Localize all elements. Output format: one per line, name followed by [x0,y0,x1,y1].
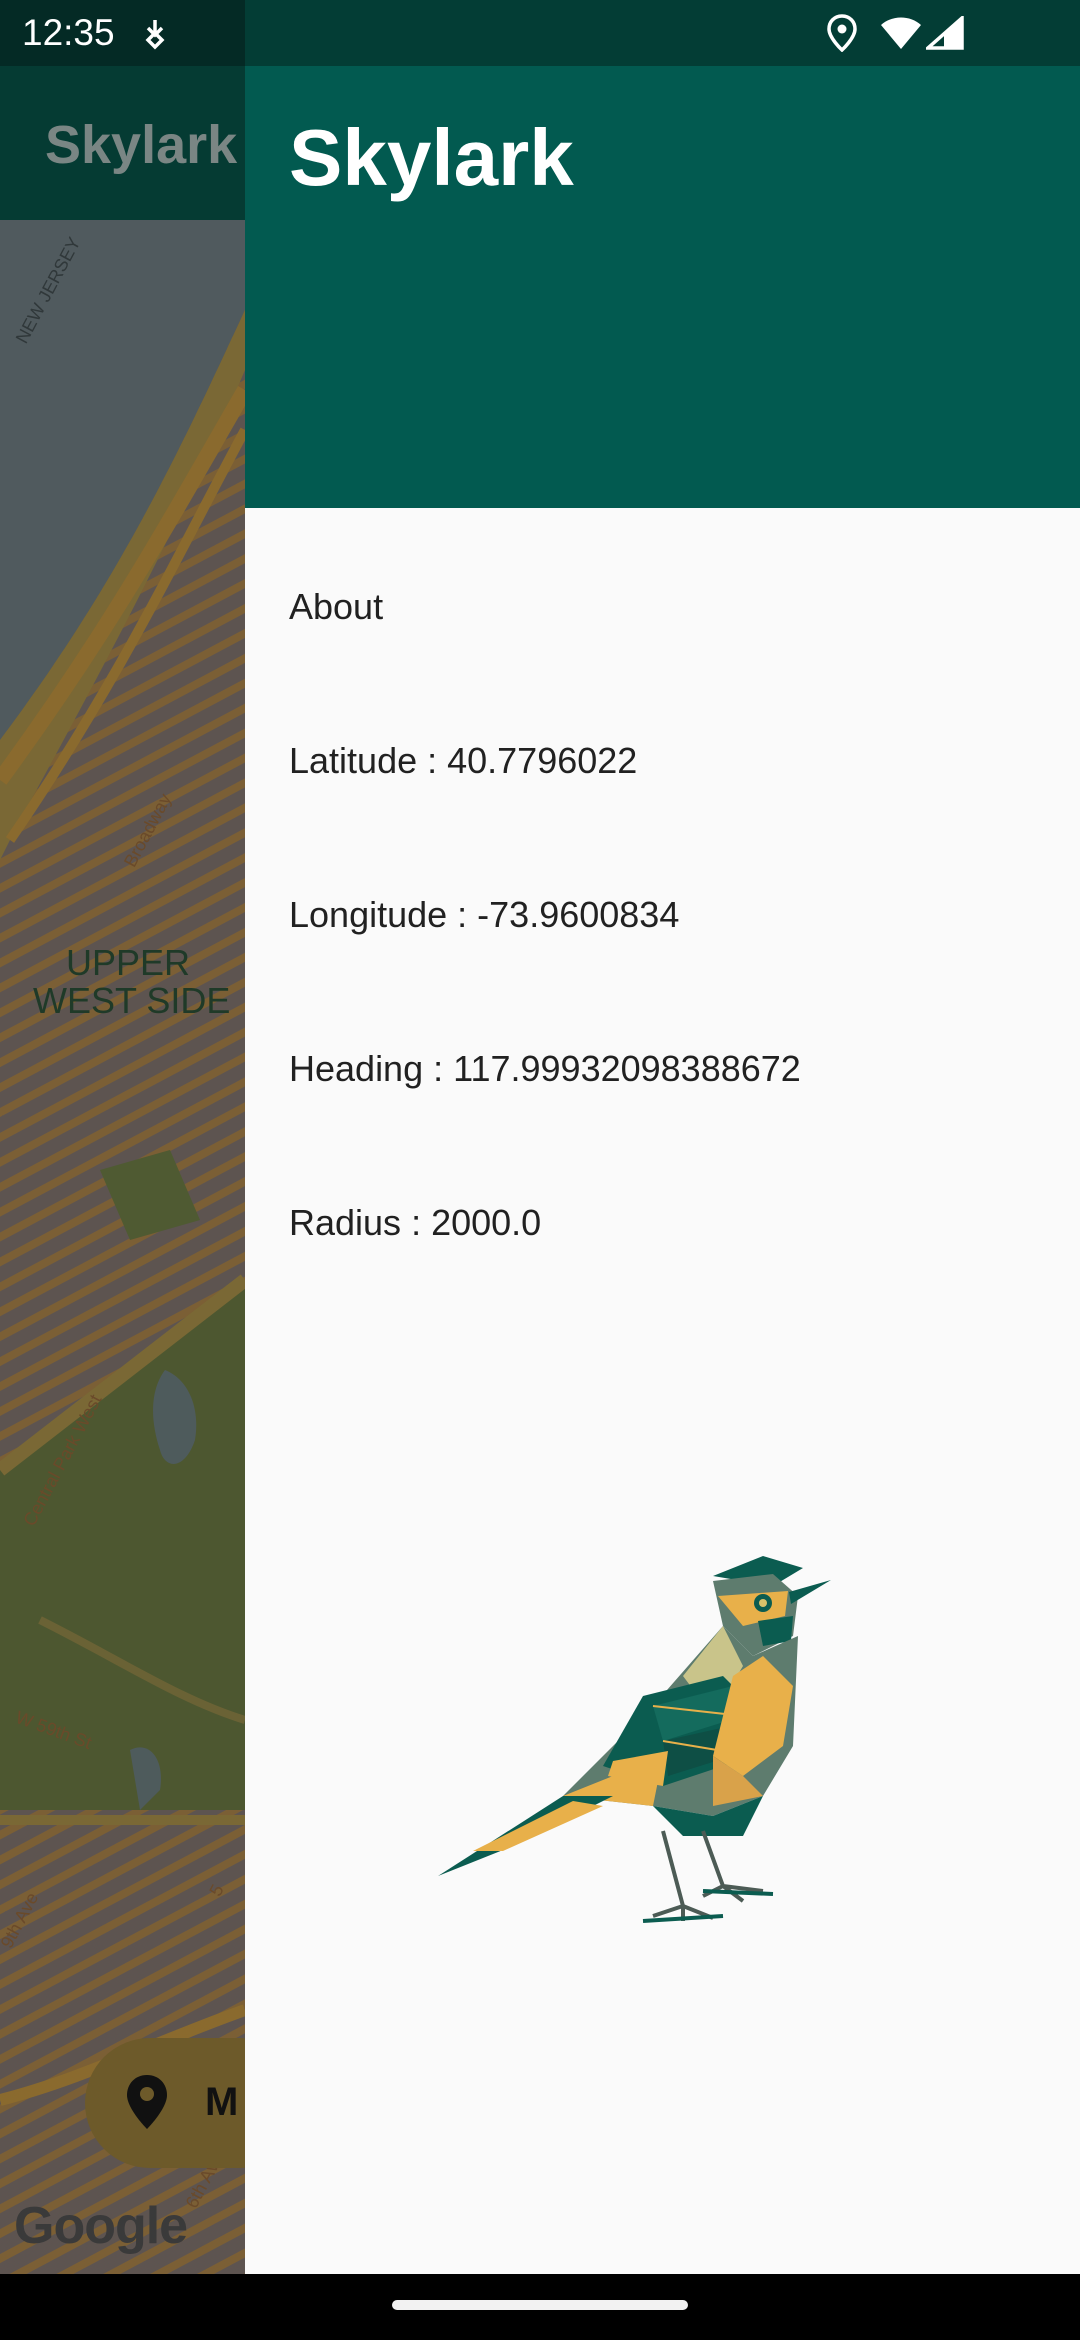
navigation-drawer: Skylark About Latitude : 40.7796022 Long… [245,66,1080,2274]
wifi-icon [881,17,921,49]
location-fab[interactable]: M [85,2038,245,2168]
drawer-item-latitude: Latitude : 40.7796022 [289,740,638,781]
map-label-neighborhood-2: WEST SIDE [33,980,231,1021]
location-pin-icon [127,2075,167,2129]
map-graphic [0,220,245,2274]
drawer-item-heading: Heading : 117.99932098388672 [289,1048,801,1089]
download-icon [145,20,165,50]
drawer-title: Skylark [289,113,574,202]
location-icon [827,14,857,52]
drawer-header: Skylark [245,66,1080,508]
drawer-item-longitude: Longitude : -73.9600834 [289,894,680,935]
system-navigation-bar [0,2274,1080,2340]
google-attribution: Google [14,2197,188,2255]
app-title: Skylark [45,115,238,175]
map-screen[interactable]: Skylark NEW JERSEY UPPER WEST SIDE Broad… [0,66,245,2274]
status-time: 12:35 [22,12,115,53]
drawer-item-radius: Radius : 2000.0 [289,1202,542,1243]
app-toolbar: Skylark [0,66,245,220]
status-bar: 12:35 [0,0,1080,66]
map-label-neighborhood-1: UPPER [66,942,191,983]
home-gesture-handle[interactable] [392,2300,688,2310]
cell-signal-icon [926,16,964,50]
fab-label: M [205,2080,239,2124]
map-view[interactable]: NEW JERSEY UPPER WEST SIDE Broadway Cent… [0,220,245,2274]
skylark-bird-illustration [438,1556,831,1923]
drawer-item-about[interactable]: About [289,586,383,628]
